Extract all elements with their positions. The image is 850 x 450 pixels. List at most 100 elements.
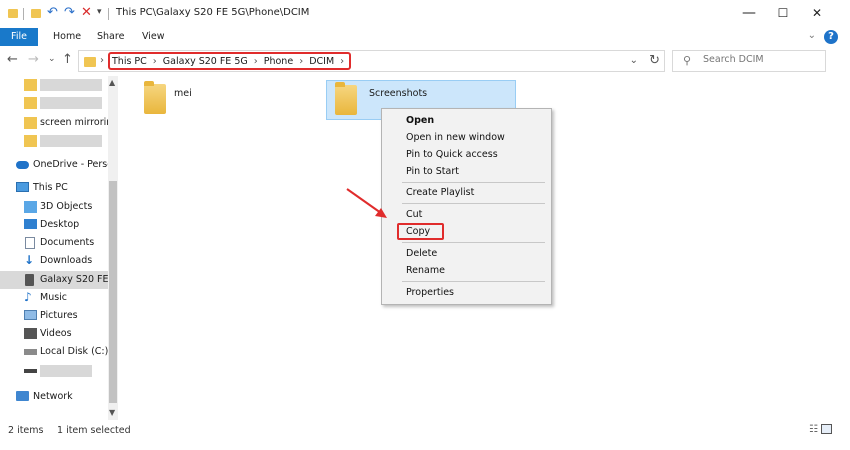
sidebar-item-music[interactable]: ♪ Music	[0, 289, 108, 307]
sidebar-item-label: Local Disk (C:)	[40, 346, 108, 357]
scroll-down-icon[interactable]: ▼	[109, 408, 115, 417]
redacted-label	[40, 79, 102, 91]
music-icon: ♪	[24, 290, 32, 304]
redo-icon[interactable]: ↷	[64, 6, 75, 19]
sidebar-item-blurred[interactable]	[0, 94, 108, 112]
address-row: ← → ⌄ ↑ › This PC › Galaxy S20 FE 5G › P…	[0, 46, 850, 76]
sidebar-scrollbar[interactable]: ▲ ▼	[108, 76, 118, 420]
forward-icon[interactable]: →	[28, 52, 39, 67]
chevron-right-icon[interactable]: ›	[254, 56, 258, 67]
minimize-button[interactable]: —	[734, 4, 764, 22]
file-name: Screenshots	[369, 88, 428, 99]
cloud-icon	[16, 161, 29, 169]
details-view-icon[interactable]: ☷	[809, 424, 818, 435]
sidebar-item-label: Downloads	[40, 255, 93, 266]
sidebar-item-galaxy[interactable]: Galaxy S20 FE 5G	[0, 271, 108, 289]
title-bar: ↶ ↷ ✕ ▾ This PC\Galaxy S20 FE 5G\Phone\D…	[0, 0, 850, 28]
recent-locations-icon[interactable]: ⌄	[48, 54, 56, 64]
properties-icon[interactable]	[31, 9, 41, 18]
sidebar-item-label: OneDrive - Person	[33, 159, 108, 170]
title-separator	[23, 8, 24, 20]
sidebar-item-3d-objects[interactable]: 3D Objects	[0, 198, 108, 216]
menu-item-open[interactable]: Open	[406, 115, 434, 126]
sidebar-item-pictures[interactable]: Pictures	[0, 307, 108, 325]
breadcrumb: This PC › Galaxy S20 FE 5G › Phone › DCI…	[108, 52, 352, 70]
sidebar-item-screen-mirroring[interactable]: screen mirroring	[0, 114, 108, 132]
menu-item-pin-start[interactable]: Pin to Start	[406, 166, 459, 177]
sidebar-item-videos[interactable]: Videos	[0, 325, 108, 343]
sidebar-item-label: 3D Objects	[40, 201, 93, 212]
sidebar-item-documents[interactable]: Documents	[0, 234, 108, 252]
document-icon	[25, 237, 35, 249]
folder-icon	[8, 9, 18, 18]
chevron-right-icon[interactable]: ›	[299, 56, 303, 67]
chevron-right-icon[interactable]: ›	[153, 56, 157, 67]
item-count: 2 items	[8, 425, 44, 436]
folder-icon	[24, 117, 37, 129]
close-button[interactable]: ✕	[802, 4, 832, 22]
large-icons-view-icon[interactable]	[821, 424, 832, 434]
sidebar-item-network[interactable]: Network	[0, 388, 108, 406]
back-icon[interactable]: ←	[7, 52, 18, 67]
copy-highlight-box	[397, 223, 444, 240]
tab-view[interactable]: View	[142, 31, 165, 42]
sidebar-item-this-pc[interactable]: This PC	[0, 179, 108, 197]
sidebar-item-label: Galaxy S20 FE 5G	[40, 274, 108, 285]
chevron-right-icon[interactable]: ›	[340, 56, 344, 67]
sidebar-item-local-disk[interactable]: Local Disk (C:)	[0, 343, 108, 361]
tab-file[interactable]: File	[0, 28, 38, 46]
menu-separator	[402, 242, 545, 243]
address-bar[interactable]: › This PC › Galaxy S20 FE 5G › Phone › D…	[78, 50, 665, 72]
menu-item-delete[interactable]: Delete	[406, 248, 437, 259]
folder-icon	[24, 97, 37, 109]
sidebar-item-label: Music	[40, 292, 68, 303]
menu-separator	[402, 203, 545, 204]
chevron-right-icon[interactable]: ›	[100, 55, 104, 66]
desktop-icon	[24, 219, 37, 229]
sidebar-item-desktop[interactable]: Desktop	[0, 216, 108, 234]
tab-share[interactable]: Share	[97, 31, 124, 42]
menu-item-cut[interactable]: Cut	[406, 209, 422, 220]
scroll-thumb[interactable]	[109, 181, 117, 403]
sidebar-item-label: Videos	[40, 328, 72, 339]
search-input[interactable]	[703, 54, 823, 65]
tab-home[interactable]: Home	[53, 31, 81, 42]
download-icon: ↓	[24, 253, 35, 267]
redacted-label	[40, 97, 102, 109]
chevron-down-icon[interactable]: ⌄	[630, 55, 638, 66]
cube-icon	[24, 201, 37, 213]
title-separator	[108, 8, 109, 20]
menu-separator	[402, 182, 545, 183]
delete-icon[interactable]: ✕	[81, 6, 92, 19]
up-icon[interactable]: ↑	[62, 52, 73, 67]
ribbon-tabs: File Home Share View ⌄ ?	[0, 28, 850, 46]
menu-item-rename[interactable]: Rename	[406, 265, 445, 276]
folder-icon-shape	[335, 82, 357, 115]
sidebar-item-onedrive[interactable]: OneDrive - Person	[0, 156, 108, 174]
breadcrumb-this-pc[interactable]: This PC	[112, 56, 147, 67]
menu-item-open-new-window[interactable]: Open in new window	[406, 132, 505, 143]
maximize-button[interactable]: ☐	[768, 4, 798, 22]
status-bar: 2 items 1 item selected ☷	[0, 420, 850, 450]
breadcrumb-phone[interactable]: Phone	[264, 56, 293, 67]
undo-icon[interactable]: ↶	[47, 6, 58, 19]
sidebar-item-downloads[interactable]: ↓ Downloads	[0, 252, 108, 270]
customize-toolbar-icon[interactable]: ▾	[97, 7, 102, 17]
file-item-mei[interactable]: mei	[144, 81, 294, 120]
drive-icon	[24, 349, 37, 355]
menu-item-create-playlist[interactable]: Create Playlist	[406, 187, 474, 198]
sidebar-item-blurred[interactable]	[0, 132, 108, 150]
refresh-icon[interactable]: ↻	[649, 53, 660, 68]
menu-separator	[402, 281, 545, 282]
scroll-up-icon[interactable]: ▲	[109, 78, 115, 87]
menu-item-pin-quick-access[interactable]: Pin to Quick access	[406, 149, 498, 160]
navigation-pane: screen mirroring OneDrive - Person This …	[0, 76, 118, 420]
chevron-down-icon[interactable]: ⌄	[808, 30, 816, 41]
sidebar-item-blurred[interactable]	[0, 76, 108, 94]
help-icon[interactable]: ?	[824, 30, 838, 44]
breadcrumb-dcim[interactable]: DCIM	[309, 56, 334, 67]
breadcrumb-galaxy[interactable]: Galaxy S20 FE 5G	[163, 56, 248, 67]
search-box[interactable]: ⚲	[672, 50, 826, 72]
menu-item-properties[interactable]: Properties	[406, 287, 454, 298]
sidebar-item-blurred[interactable]	[0, 362, 108, 380]
